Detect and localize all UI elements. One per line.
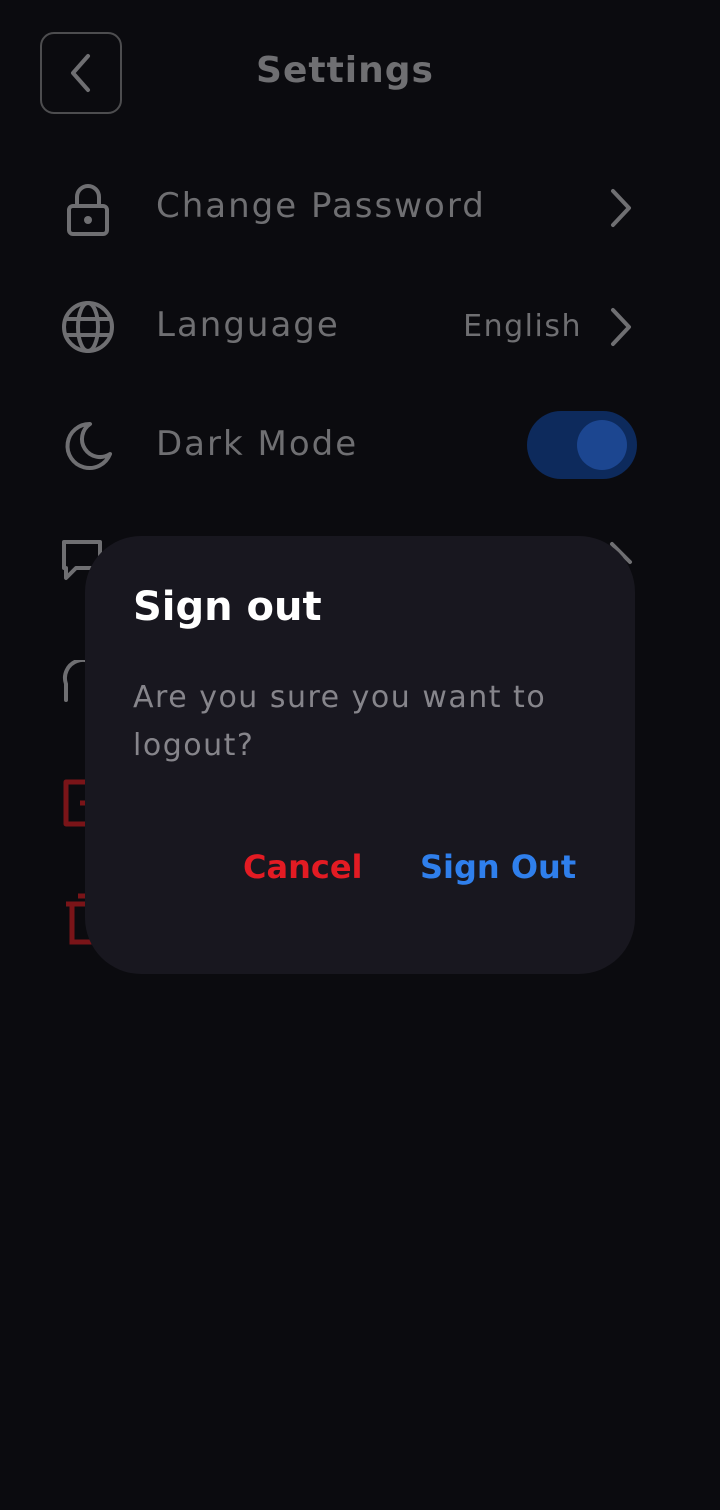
toggle-knob [577, 420, 627, 470]
chevron-left-icon [71, 54, 90, 92]
language-value: English [463, 309, 582, 344]
back-button[interactable] [40, 32, 122, 114]
sign-out-button[interactable]: Sign Out [420, 848, 576, 886]
cancel-button[interactable]: Cancel [243, 848, 363, 886]
settings-item-change-password[interactable]: Change Password [0, 162, 720, 252]
chevron-right-icon [611, 308, 631, 346]
page-title: Settings [256, 50, 434, 91]
settings-item-label: Language [156, 305, 340, 345]
dark-mode-toggle[interactable] [527, 411, 637, 479]
dialog-title: Sign out [133, 584, 322, 630]
settings-screen: Settings Change Password Language Englis… [0, 0, 720, 1510]
lock-icon [67, 184, 109, 236]
settings-item-label: Dark Mode [156, 424, 359, 464]
globe-icon [62, 301, 114, 353]
moon-icon [65, 421, 112, 470]
sign-out-dialog: Sign out Are you sure you want to logout… [85, 536, 635, 974]
chevron-right-icon [611, 189, 631, 227]
settings-item-label: Change Password [156, 186, 486, 226]
dialog-message: Are you sure you want to logout? [133, 680, 547, 763]
settings-item-language[interactable]: Language English [0, 281, 720, 371]
